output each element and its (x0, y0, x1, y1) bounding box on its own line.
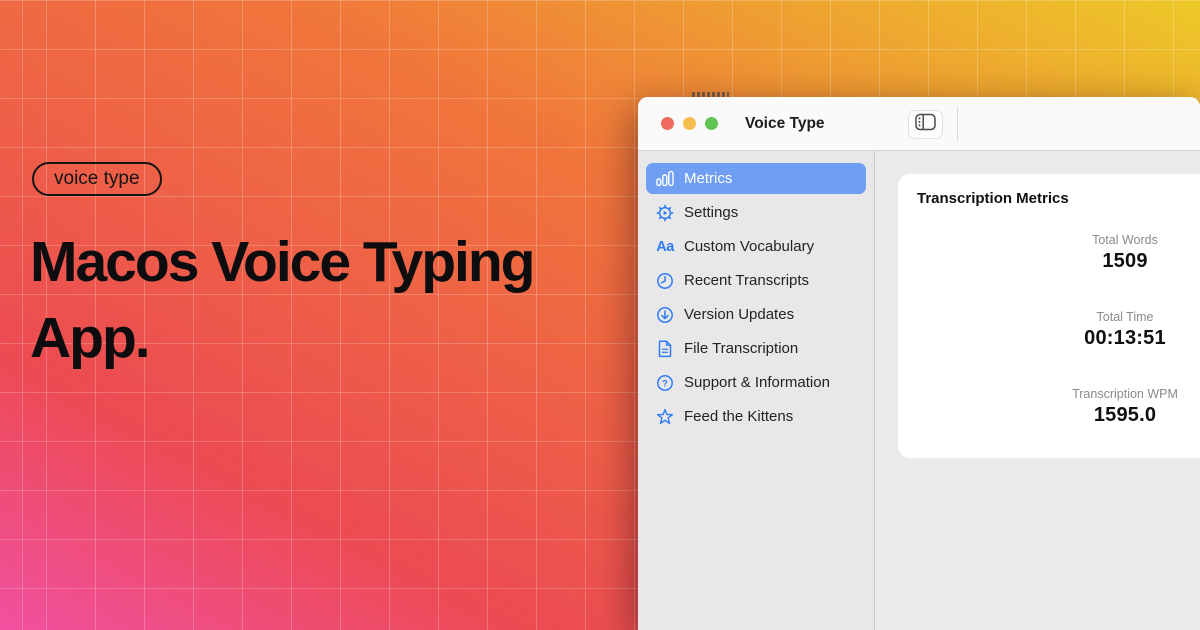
metric-value: 1509 (1040, 248, 1200, 274)
sidebar-item-label: Recent Transcripts (684, 272, 809, 289)
page-title: Macos Voice Typing App. (30, 224, 534, 376)
hero-canvas: voice type Macos Voice Typing App. Voice… (0, 0, 1200, 630)
metric-label: Total Words (1040, 232, 1200, 248)
app-window: Voice Type (638, 97, 1200, 630)
card-title: Transcription Metrics (917, 190, 1069, 207)
sidebar-item-label: File Transcription (684, 340, 798, 357)
arrow-down-circle-icon (655, 306, 675, 324)
metric-transcription-wpm: Transcription WPM 1595.0 (1040, 386, 1200, 428)
sidebar-item-file-transcription[interactable]: File Transcription (646, 333, 866, 364)
page-title-line2: App. (30, 300, 534, 376)
metric-label: Transcription WPM (1040, 386, 1200, 402)
sidebar-item-label: Settings (684, 204, 738, 221)
star-icon (655, 408, 675, 426)
brand-badge-label: voice type (54, 168, 140, 190)
sidebar-item-recent-transcripts[interactable]: Recent Transcripts (646, 265, 866, 296)
sidebar-item-version-updates[interactable]: Version Updates (646, 299, 866, 330)
document-icon (655, 340, 675, 358)
sidebar-item-label: Support & Information (684, 374, 830, 391)
main-content: Transcription Metrics Total Words 1509 T… (875, 151, 1200, 630)
sidebar: Metrics (638, 151, 875, 630)
bar-chart-icon (655, 170, 675, 188)
toolbar-separator (957, 106, 958, 142)
zoom-window-button[interactable] (705, 117, 718, 130)
page-title-line1: Macos Voice Typing (30, 224, 534, 300)
question-circle-icon: ? (655, 374, 675, 392)
sidebar-item-metrics[interactable]: Metrics (646, 163, 866, 194)
brand-badge: voice type (32, 162, 162, 196)
svg-text:?: ? (662, 378, 668, 389)
metric-value: 1595.0 (1040, 402, 1200, 428)
minimize-window-button[interactable] (683, 117, 696, 130)
clock-icon (655, 272, 675, 290)
sidebar-item-feed-the-kittens[interactable]: Feed the Kittens (646, 401, 866, 432)
sidebar-item-label: Version Updates (684, 306, 794, 323)
metric-total-time: Total Time 00:13:51 (1040, 309, 1200, 351)
window-title: Voice Type (745, 115, 825, 133)
sidebar-item-settings[interactable]: Settings (646, 197, 866, 228)
gear-icon (655, 204, 675, 222)
sidebar-item-support-information[interactable]: ? Support & Information (646, 367, 866, 398)
traffic-lights (638, 117, 718, 130)
metric-value: 00:13:51 (1040, 325, 1200, 351)
window-body: Metrics (638, 151, 1200, 630)
sidebar-toggle-icon (915, 113, 936, 136)
sidebar-item-label: Metrics (684, 170, 732, 187)
transcription-metrics-card: Transcription Metrics Total Words 1509 T… (898, 174, 1200, 458)
metric-total-words: Total Words 1509 (1040, 232, 1200, 274)
metric-label: Total Time (1040, 309, 1200, 325)
sidebar-item-label: Custom Vocabulary (684, 238, 814, 255)
window-titlebar: Voice Type (638, 97, 1200, 151)
text-format-icon: Aa (655, 238, 675, 256)
sidebar-item-label: Feed the Kittens (684, 408, 793, 425)
sidebar-item-custom-vocabulary[interactable]: Aa Custom Vocabulary (646, 231, 866, 262)
toggle-sidebar-button[interactable] (908, 110, 943, 139)
close-window-button[interactable] (661, 117, 674, 130)
